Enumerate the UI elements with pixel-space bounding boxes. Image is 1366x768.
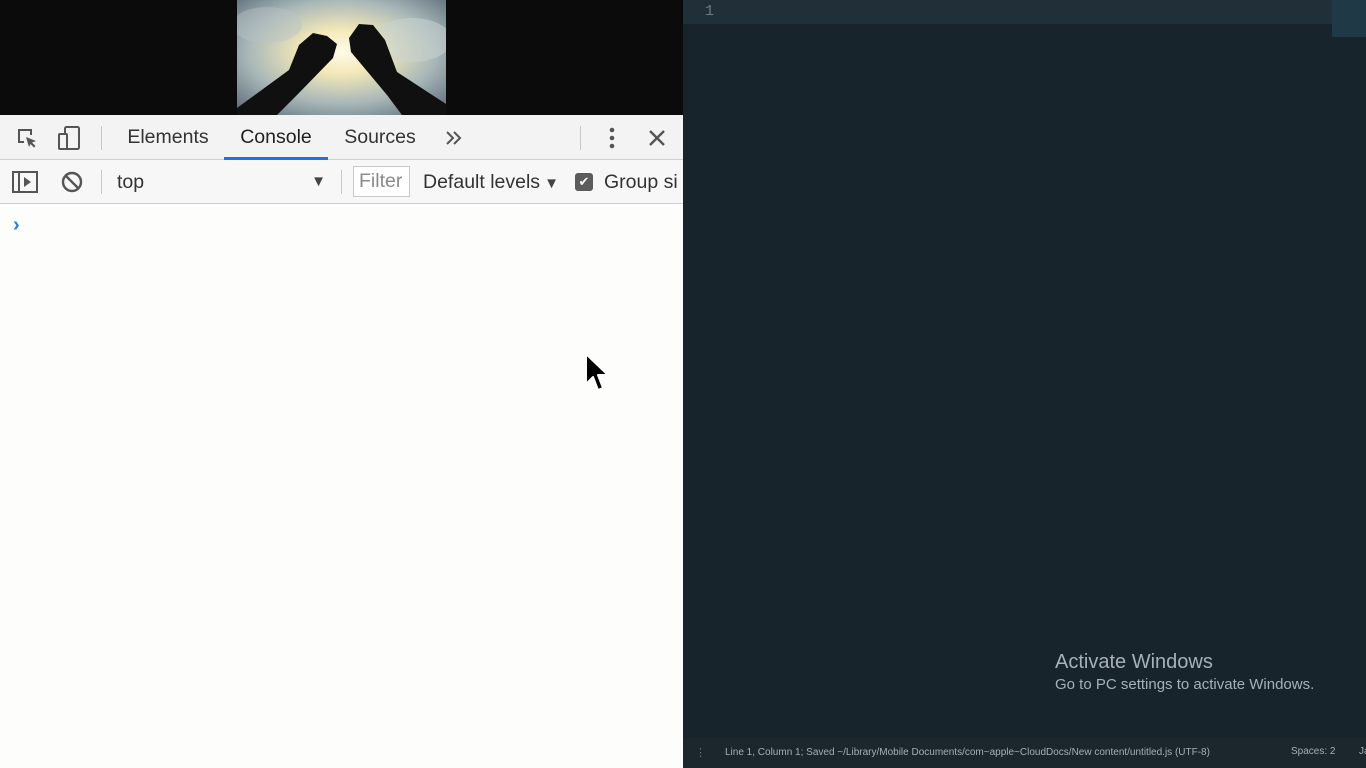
tab-elements[interactable]: Elements (118, 115, 218, 160)
mouse-pointer-icon (585, 353, 609, 391)
line-number: 1 (705, 3, 715, 20)
panel-toggle-icon[interactable]: ⋮ (695, 746, 706, 759)
hero-image (237, 0, 446, 115)
console-filter-input[interactable] (353, 166, 410, 197)
group-similar-checkbox[interactable]: ✔ (575, 173, 593, 191)
execution-context-value: top (117, 171, 145, 193)
code-editor[interactable]: 1 Activate Windows Go to PC settings to … (683, 0, 1366, 768)
triangle-down-icon: ▼ (311, 173, 326, 190)
watermark-subtitle: Go to PC settings to activate Windows. (1055, 676, 1315, 693)
execution-context-select[interactable]: top ▼ (117, 160, 332, 204)
log-levels-select[interactable]: Default levels ▼ (423, 160, 559, 204)
log-levels-value: Default levels (423, 171, 541, 193)
toolbar-divider (101, 126, 102, 150)
console-prompt-chevron: › (13, 214, 20, 236)
devtools-panel: Elements Console Sources top ▼ Filter De… (0, 115, 683, 768)
console-output[interactable]: › (0, 204, 683, 768)
tab-console[interactable]: Console (224, 115, 328, 160)
close-icon[interactable] (641, 123, 673, 153)
inspect-element-icon[interactable] (11, 123, 43, 153)
toolbar-divider (101, 170, 102, 194)
toolbar-divider (341, 170, 342, 194)
triangle-down-icon: ▼ (544, 175, 559, 192)
tab-sources[interactable]: Sources (334, 115, 426, 160)
current-line-highlight: 1 (683, 0, 1332, 24)
activate-windows-watermark: Activate Windows Go to PC settings to ac… (1055, 650, 1314, 696)
syntax-setting[interactable]: Ja (1359, 746, 1366, 757)
clear-console-icon[interactable] (56, 167, 88, 197)
console-toolbar: top ▼ Default levels▼ ✔ Group si (0, 160, 683, 204)
browser-window: Elements Console Sources top ▼ Filter De… (0, 0, 683, 768)
group-similar-label: Group si (604, 171, 678, 193)
watermark-title: Activate Windows (1055, 651, 1213, 673)
page-viewport (0, 0, 683, 115)
show-sidebar-icon[interactable] (9, 167, 41, 197)
device-toolbar-icon[interactable] (54, 123, 86, 153)
minimap[interactable] (1332, 0, 1366, 37)
kebab-menu-icon[interactable] (596, 123, 628, 153)
status-position-text: Line 1, Column 1; Saved ~/Library/Mobile… (725, 747, 1210, 758)
toolbar-divider (580, 126, 581, 150)
devtools-tabbar: Elements Console Sources (0, 115, 683, 160)
status-bar: ⋮ Line 1, Column 1; Saved ~/Library/Mobi… (683, 738, 1366, 768)
indentation-setting[interactable]: Spaces: 2 (1291, 746, 1335, 757)
double-chevron-right-icon[interactable] (438, 123, 470, 153)
